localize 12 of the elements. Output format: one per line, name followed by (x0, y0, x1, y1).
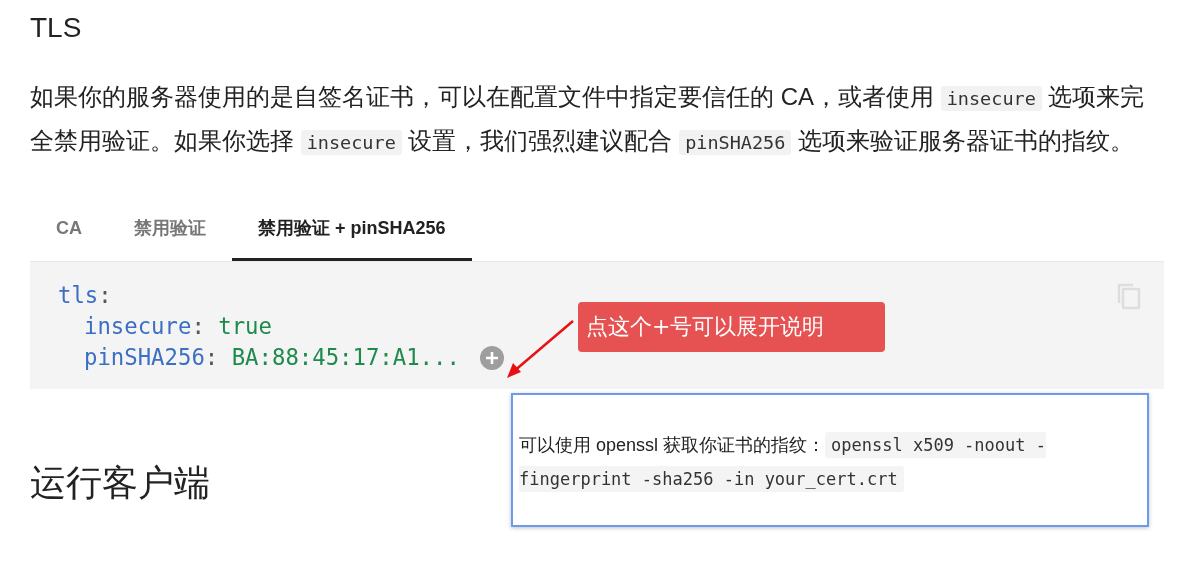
code-line: pinSHA256: BA:88:45:17:A1... (84, 343, 460, 372)
paragraph: 如果你的服务器使用的是自签名证书，可以在配置文件中指定要信任的 CA，或者使用 insecure 选项来完全禁用验证。如果你选择 insecure 设置，我们强烈建议配合 pinSHA256 选项来验证服务器证书的指纹。 (30, 82, 1146, 157)
section-title: TLS (30, 11, 82, 45)
plus-icon (479, 345, 504, 370)
tab[interactable]: CA (30, 204, 108, 261)
section-heading: 运行客户端 (30, 461, 210, 505)
annotation-label: 点这个+号可以展开说明 (578, 302, 885, 352)
popup-text: 可以使用 openssl 获取你证书的指纹： openssl x509 -noout -fingerprint -sha256 -in your_cert.crt (513, 395, 1147, 496)
code-line: tls: (58, 281, 112, 310)
expand-button[interactable] (479, 345, 504, 370)
tab[interactable]: 禁用验证 (108, 204, 232, 261)
code-line: insecure: true (84, 312, 272, 341)
